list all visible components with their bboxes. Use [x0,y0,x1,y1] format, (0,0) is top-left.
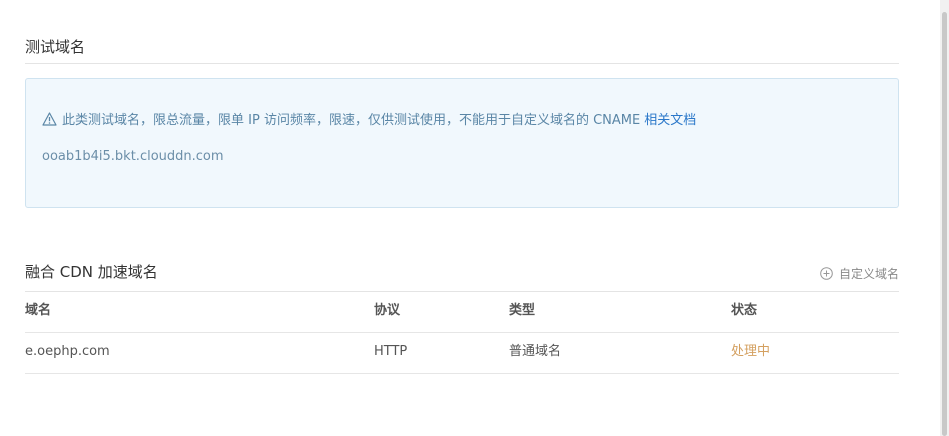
column-header-domain: 域名 [25,303,52,318]
add-custom-domain-label: 自定义域名 [838,267,899,281]
related-docs-link[interactable]: 相关文档 [644,109,696,128]
column-header-status: 状态 [731,303,758,318]
notice-line: 此类测试域名，限总流量，限单 IP 访问频率，限速，仅供测试使用，不能用于自定义… [42,109,696,128]
test-domain-notice: 此类测试域名，限总流量，限单 IP 访问频率，限速，仅供测试使用，不能用于自定义… [25,78,899,208]
vertical-scrollbar[interactable] [940,0,949,436]
section-divider [25,63,899,64]
warning-icon [42,111,57,126]
domain-settings-page: 测试域名 此类测试域名，限总流量，限单 IP 访问频率，限速，仅供测试使用，不能… [0,0,940,436]
plus-circle-icon [820,267,833,280]
type-cell: 普通域名 [509,344,562,359]
table-row: e.oephp.com HTTP 普通域名 处理中 [25,333,899,374]
table-header: 域名 协议 类型 状态 [25,292,899,333]
test-domain-section-title: 测试域名 [25,38,86,56]
domain-link[interactable]: e.oephp.com [25,333,110,373]
test-domain-value: ooab1b4i5.bkt.clouddn.com [42,149,224,164]
status-cell: 处理中 [731,344,771,359]
notice-text: 此类测试域名，限总流量，限单 IP 访问频率，限速，仅供测试使用，不能用于自定义… [62,113,641,128]
protocol-cell: HTTP [374,344,408,359]
scrollbar-thumb[interactable] [942,12,947,436]
column-header-type: 类型 [509,303,536,318]
cdn-domain-table: 域名 协议 类型 状态 e.oephp.com HTTP 普通域名 处理中 [25,292,899,374]
add-custom-domain-button[interactable]: 自定义域名 [820,265,899,282]
cdn-domain-section-title: 融合 CDN 加速域名 [25,263,158,281]
column-header-protocol: 协议 [374,303,401,318]
